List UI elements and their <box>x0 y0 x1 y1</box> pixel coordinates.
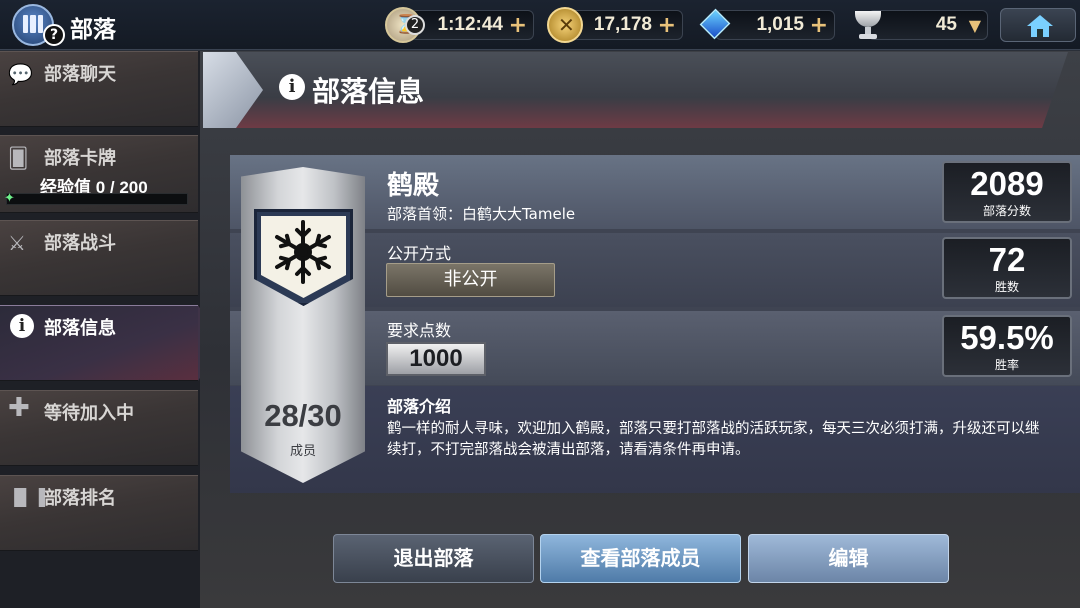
stat-value: 2089 <box>970 165 1044 202</box>
hourglass-count-badge: 2 <box>405 15 425 35</box>
edit-button[interactable]: 编辑 <box>748 534 949 583</box>
stat-value: 72 <box>988 241 1026 278</box>
intro-text: 鹤一样的耐人寻味，欢迎加入鹤殿，部落只要打部落战的活跃玩家，每天三次必须打满，升… <box>387 421 1040 458</box>
plus-icon: ✚ <box>8 393 30 423</box>
clan-name: 鹤殿 <box>387 171 440 201</box>
sidebar-item-pending-join[interactable]: ✚ 等待加入中 <box>0 390 198 466</box>
requirement-label: 要求点数 <box>387 321 452 340</box>
sidebar-item-label: 部落战斗 <box>44 233 116 254</box>
gold-plus-button[interactable]: + <box>658 13 676 38</box>
home-button[interactable] <box>1000 8 1076 42</box>
trophy-display[interactable]: 45 ▼ <box>868 10 988 40</box>
leave-clan-button[interactable]: 退出部落 <box>333 534 534 583</box>
members-label: 成员 <box>289 444 316 459</box>
timer-plus-button[interactable]: + <box>509 13 527 38</box>
trophy-cup-icon <box>850 7 886 43</box>
clan-leader: 部落首领：白鹤大大Tamele <box>387 205 576 223</box>
public-mode-value: 非公开 <box>386 263 555 297</box>
sidebar-item-clan-battle[interactable]: ⚔ 部落战斗 <box>0 220 198 296</box>
gem-icon <box>697 7 733 43</box>
hourglass-icon: ⌛ 2 <box>385 7 425 43</box>
sidebar-item-label: 部落卡牌 <box>44 148 116 169</box>
sidebar-item-label: 等待加入中 <box>44 403 134 424</box>
sidebar-item-label: 部落聊天 <box>44 64 116 85</box>
stat-value: 59.5% <box>960 319 1054 356</box>
sidebar-item-clan-info[interactable]: i 部落信息 <box>0 305 198 381</box>
top-bar: ? 部落 1:12:44 + ⌛ 2 17,178 + ✕ 1,015 + 45… <box>0 0 1080 50</box>
chat-icon: 💬 <box>8 62 33 86</box>
members-count: 28/30 <box>264 398 342 433</box>
timer-display[interactable]: 1:12:44 + <box>410 10 534 40</box>
timer-value: 1:12:44 <box>437 14 504 35</box>
sidebar-item-label: 部落信息 <box>44 318 116 339</box>
gems-plus-button[interactable]: + <box>810 13 828 38</box>
stat-clan-score: 2089 部落分数 <box>942 161 1072 223</box>
public-mode-label: 公开方式 <box>387 244 452 263</box>
trophy-dropdown-icon[interactable]: ▼ <box>969 16 981 35</box>
info-icon: i <box>279 74 305 100</box>
sidebar-item-clan-chat[interactable]: 💬 部落聊天 <box>0 51 198 127</box>
requirement-value: 1000 <box>386 342 486 376</box>
stat-label: 胜率 <box>994 358 1019 372</box>
help-icon[interactable]: ? <box>43 24 65 46</box>
stat-label: 部落分数 <box>982 204 1031 218</box>
gems-display[interactable]: 1,015 + <box>715 10 835 40</box>
section-title: 部落信息 <box>312 75 425 108</box>
crossed-swords-icon: ⚔ <box>8 231 26 255</box>
page-title: 部落 <box>70 17 116 43</box>
snowflake-icon <box>275 220 331 284</box>
sidebar-item-clan-ranking[interactable]: ▐▌▐ 部落排名 <box>0 475 198 551</box>
info-icon: i <box>10 314 34 338</box>
stat-win-rate: 59.5% 胜率 <box>942 315 1072 377</box>
gold-coin-icon: ✕ <box>547 7 583 43</box>
sidebar-item-label: 部落排名 <box>44 488 116 509</box>
trophy-value: 45 <box>935 14 957 35</box>
sparkle-icon: ✦ <box>4 191 15 206</box>
intro-label: 部落介绍 <box>387 397 452 416</box>
ranking-icon: ▐▌▐ <box>8 488 45 507</box>
clan-banners-icon <box>23 15 43 33</box>
stat-wins: 72 胜数 <box>942 237 1072 299</box>
gold-value: 17,178 <box>593 14 652 35</box>
stat-label: 胜数 <box>994 280 1019 294</box>
exp-progress-bar <box>6 193 188 205</box>
view-members-button[interactable]: 查看部落成员 <box>540 534 741 583</box>
gems-value: 1,015 <box>756 14 804 35</box>
cards-icon: 🂠 <box>8 146 29 170</box>
